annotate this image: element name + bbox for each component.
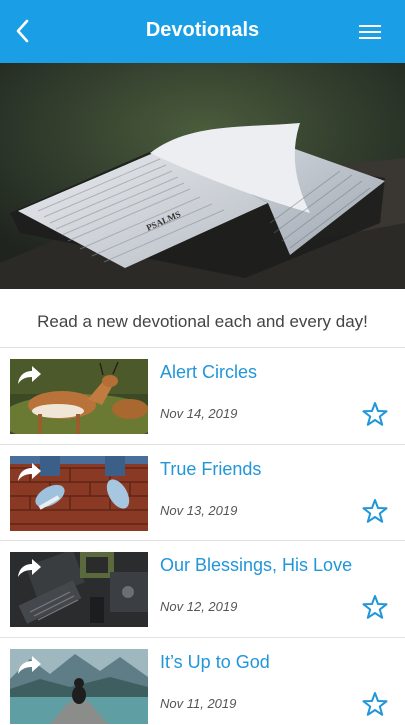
list-item[interactable]: Our Blessings, His Love Nov 12, 2019: [0, 541, 405, 638]
open-bible-image: PSALMS: [0, 63, 405, 289]
lake-thumbnail[interactable]: [10, 648, 148, 724]
devotional-date: Nov 13, 2019: [160, 502, 238, 518]
list-item[interactable]: Alert Circles Nov 14, 2019: [0, 348, 405, 445]
tagline: Read a new devotional each and every day…: [0, 289, 405, 348]
share-icon[interactable]: [16, 364, 42, 386]
list-item[interactable]: True Friends Nov 13, 2019: [0, 445, 405, 541]
page-title: Devotionals: [145, 19, 260, 41]
share-icon[interactable]: [16, 557, 42, 579]
star-icon[interactable]: [362, 401, 388, 427]
star-icon[interactable]: [362, 691, 388, 717]
devotional-title[interactable]: It’s Up to God: [160, 652, 270, 673]
app-header: Devotionals: [0, 0, 405, 63]
share-icon[interactable]: [16, 654, 42, 676]
star-icon[interactable]: [362, 498, 388, 524]
chevron-left-icon[interactable]: [10, 16, 36, 46]
star-icon[interactable]: [362, 594, 388, 620]
devotional-date: Nov 14, 2019: [160, 406, 238, 421]
devotional-date: Nov 11, 2019: [160, 695, 237, 711]
devotional-title[interactable]: Alert Circles: [160, 362, 257, 383]
sneakers-thumbnail[interactable]: [10, 455, 148, 531]
circuit-thumbnail[interactable]: [10, 552, 148, 627]
hero-image: PSALMS: [0, 63, 405, 289]
devotional-list: Alert Circles Nov 14, 2019 True Friends …: [0, 348, 405, 725]
list-item[interactable]: It’s Up to God Nov 11, 2019: [0, 638, 405, 725]
share-icon[interactable]: [16, 461, 42, 483]
deer-thumbnail[interactable]: [10, 359, 148, 434]
devotional-title[interactable]: Our Blessings, His Love: [160, 555, 352, 576]
hamburger-menu-icon[interactable]: [357, 21, 383, 43]
devotional-title[interactable]: True Friends: [160, 459, 261, 480]
devotional-date: Nov 12, 2019: [160, 599, 238, 614]
